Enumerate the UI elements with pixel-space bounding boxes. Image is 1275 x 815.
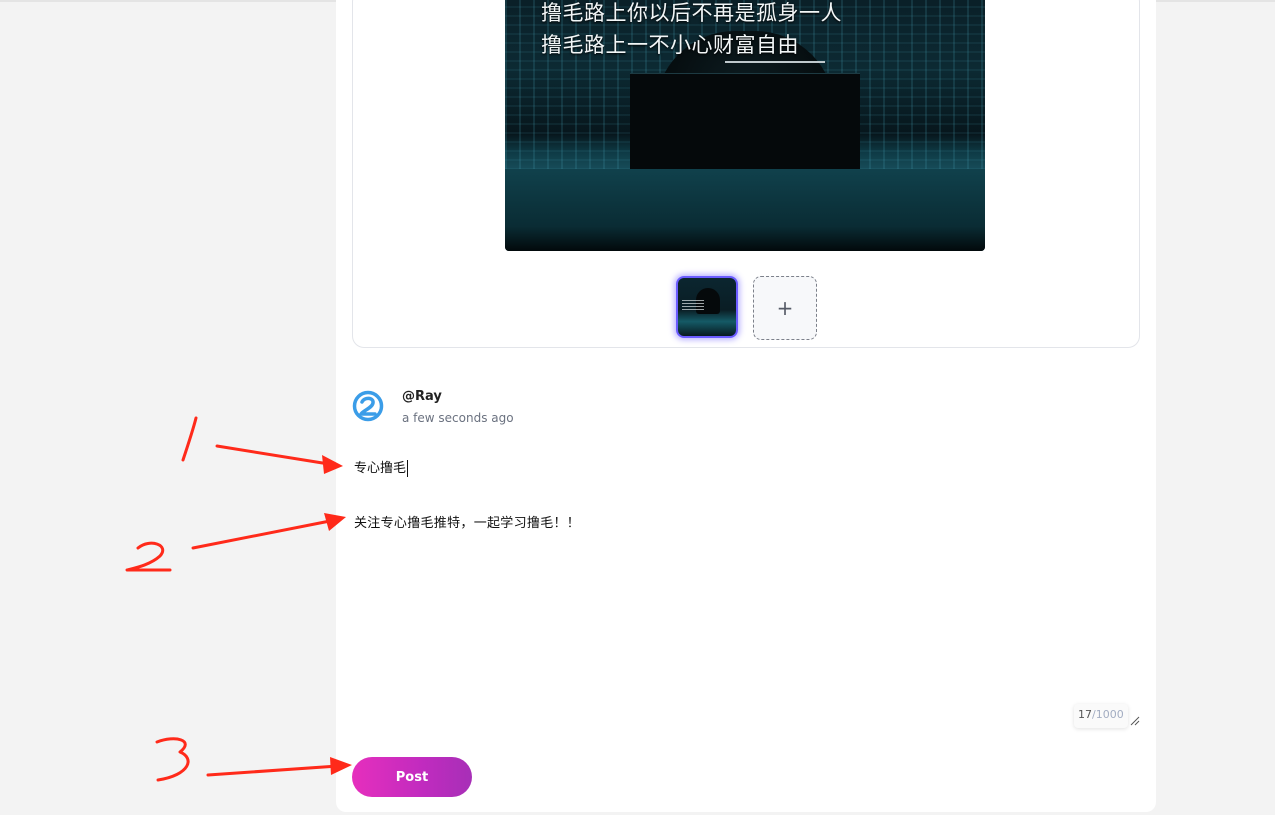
compose-card: 撸毛路上你以后不再是孤身一人 撸毛路上一不小心财富自由 + @Ray a few… [336, 0, 1156, 812]
annotation-arrow-3 [206, 764, 340, 777]
add-image-button[interactable]: + [753, 276, 817, 340]
plus-icon: + [776, 296, 794, 320]
image-upload-panel: 撸毛路上你以后不再是孤身一人 撸毛路上一不小心财富自由 + [352, 0, 1140, 348]
annotation-arrow-2 [191, 518, 337, 550]
author-username: @Ray [402, 389, 442, 404]
body-value: 关注专心撸毛推特，一起学习撸毛！！ [354, 516, 581, 531]
post-timestamp: a few seconds ago [402, 411, 514, 425]
caption-underline [725, 61, 825, 63]
laptop-silhouette [630, 73, 860, 184]
body-textarea[interactable]: 关注专心撸毛推特，一起学习撸毛！！ [354, 512, 1134, 722]
char-count: 17 [1078, 708, 1092, 721]
annotation-number-3 [155, 737, 190, 782]
post-button[interactable]: Post [352, 757, 472, 797]
image-caption-line2: 撸毛路上一不小心财富自由 [541, 33, 799, 57]
character-counter: 17/1000 [1074, 704, 1128, 728]
resize-handle-icon[interactable] [1130, 716, 1140, 726]
title-input[interactable]: 专心撸毛 [354, 457, 1114, 477]
text-caret [407, 460, 409, 477]
title-value: 专心撸毛 [354, 461, 407, 476]
annotation-number-1 [181, 416, 198, 462]
desk [505, 169, 985, 251]
image-thumbnail-selected[interactable] [676, 276, 738, 338]
annotation-number-2 [125, 541, 172, 572]
annotation-arrow-1 [215, 444, 337, 467]
thumbnail-text [682, 300, 704, 310]
char-max: /1000 [1092, 708, 1124, 721]
image-preview: 撸毛路上你以后不再是孤身一人 撸毛路上一不小心财富自由 [505, 0, 985, 251]
avatar [352, 390, 384, 422]
image-caption-line1: 撸毛路上你以后不再是孤身一人 [541, 1, 842, 25]
